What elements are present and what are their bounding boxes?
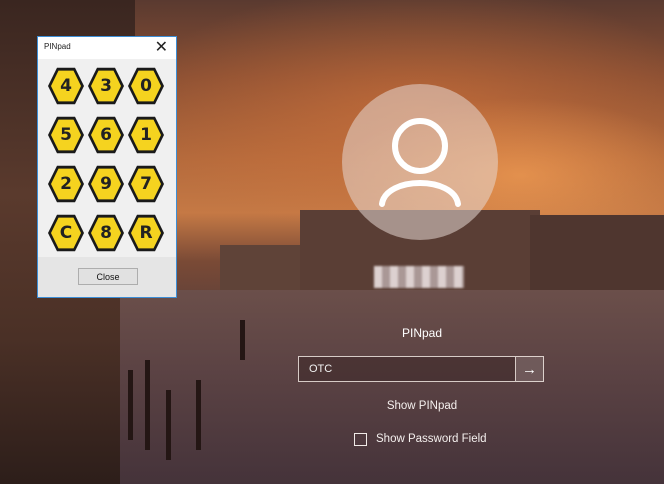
canal-water (120, 290, 664, 484)
pin-key-label: 6 (91, 119, 121, 151)
avatar (342, 84, 498, 240)
distant-building (220, 245, 310, 290)
pin-key-label: 3 (91, 70, 121, 102)
pinpad-titlebar: PINpad ✕ (38, 37, 176, 59)
pin-key[interactable]: 2 (48, 165, 84, 203)
pin-input[interactable]: OTC (298, 356, 516, 382)
randomize-key[interactable]: R (128, 214, 164, 252)
pin-key[interactable]: 8 (88, 214, 124, 252)
pin-key-label: R (131, 217, 161, 249)
pinpad-title: PINpad (44, 42, 71, 51)
pin-key-label: 9 (91, 168, 121, 200)
pin-key-label: 5 (51, 119, 81, 151)
show-password-label[interactable]: Show Password Field (376, 433, 487, 445)
close-button[interactable]: Close (78, 268, 138, 285)
close-icon[interactable]: ✕ (155, 38, 168, 58)
username-redacted (374, 266, 464, 288)
pinpad-footer: Close (38, 257, 176, 297)
pin-key-label: 8 (91, 217, 121, 249)
pin-key-label: 7 (131, 168, 161, 200)
pin-key[interactable]: 3 (88, 67, 124, 105)
pin-key[interactable]: 6 (88, 116, 124, 154)
pin-key-label: 2 (51, 168, 81, 200)
submit-arrow-icon[interactable]: → (516, 356, 544, 382)
pin-key[interactable]: 5 (48, 116, 84, 154)
pin-key-label: 4 (51, 70, 81, 102)
pinpad-window: PINpad ✕ 4 3 0 5 6 1 2 9 7 C 8 R Close (37, 36, 177, 298)
sign-in-option-label: PINpad (401, 326, 443, 340)
show-pinpad-link[interactable]: Show PINpad (300, 400, 544, 412)
show-password-checkbox[interactable] (354, 433, 367, 446)
user-icon (379, 118, 461, 207)
pin-key-label: 1 (131, 119, 161, 151)
pinpad-keys: 4 3 0 5 6 1 2 9 7 C 8 R (48, 67, 170, 263)
clear-key[interactable]: C (48, 214, 84, 252)
pin-key[interactable]: 1 (128, 116, 164, 154)
pin-key[interactable]: 9 (88, 165, 124, 203)
pin-key-label: 0 (131, 70, 161, 102)
pin-key[interactable]: 7 (128, 165, 164, 203)
pin-key[interactable]: 0 (128, 67, 164, 105)
pin-key[interactable]: 4 (48, 67, 84, 105)
pin-key-label: C (51, 217, 81, 249)
